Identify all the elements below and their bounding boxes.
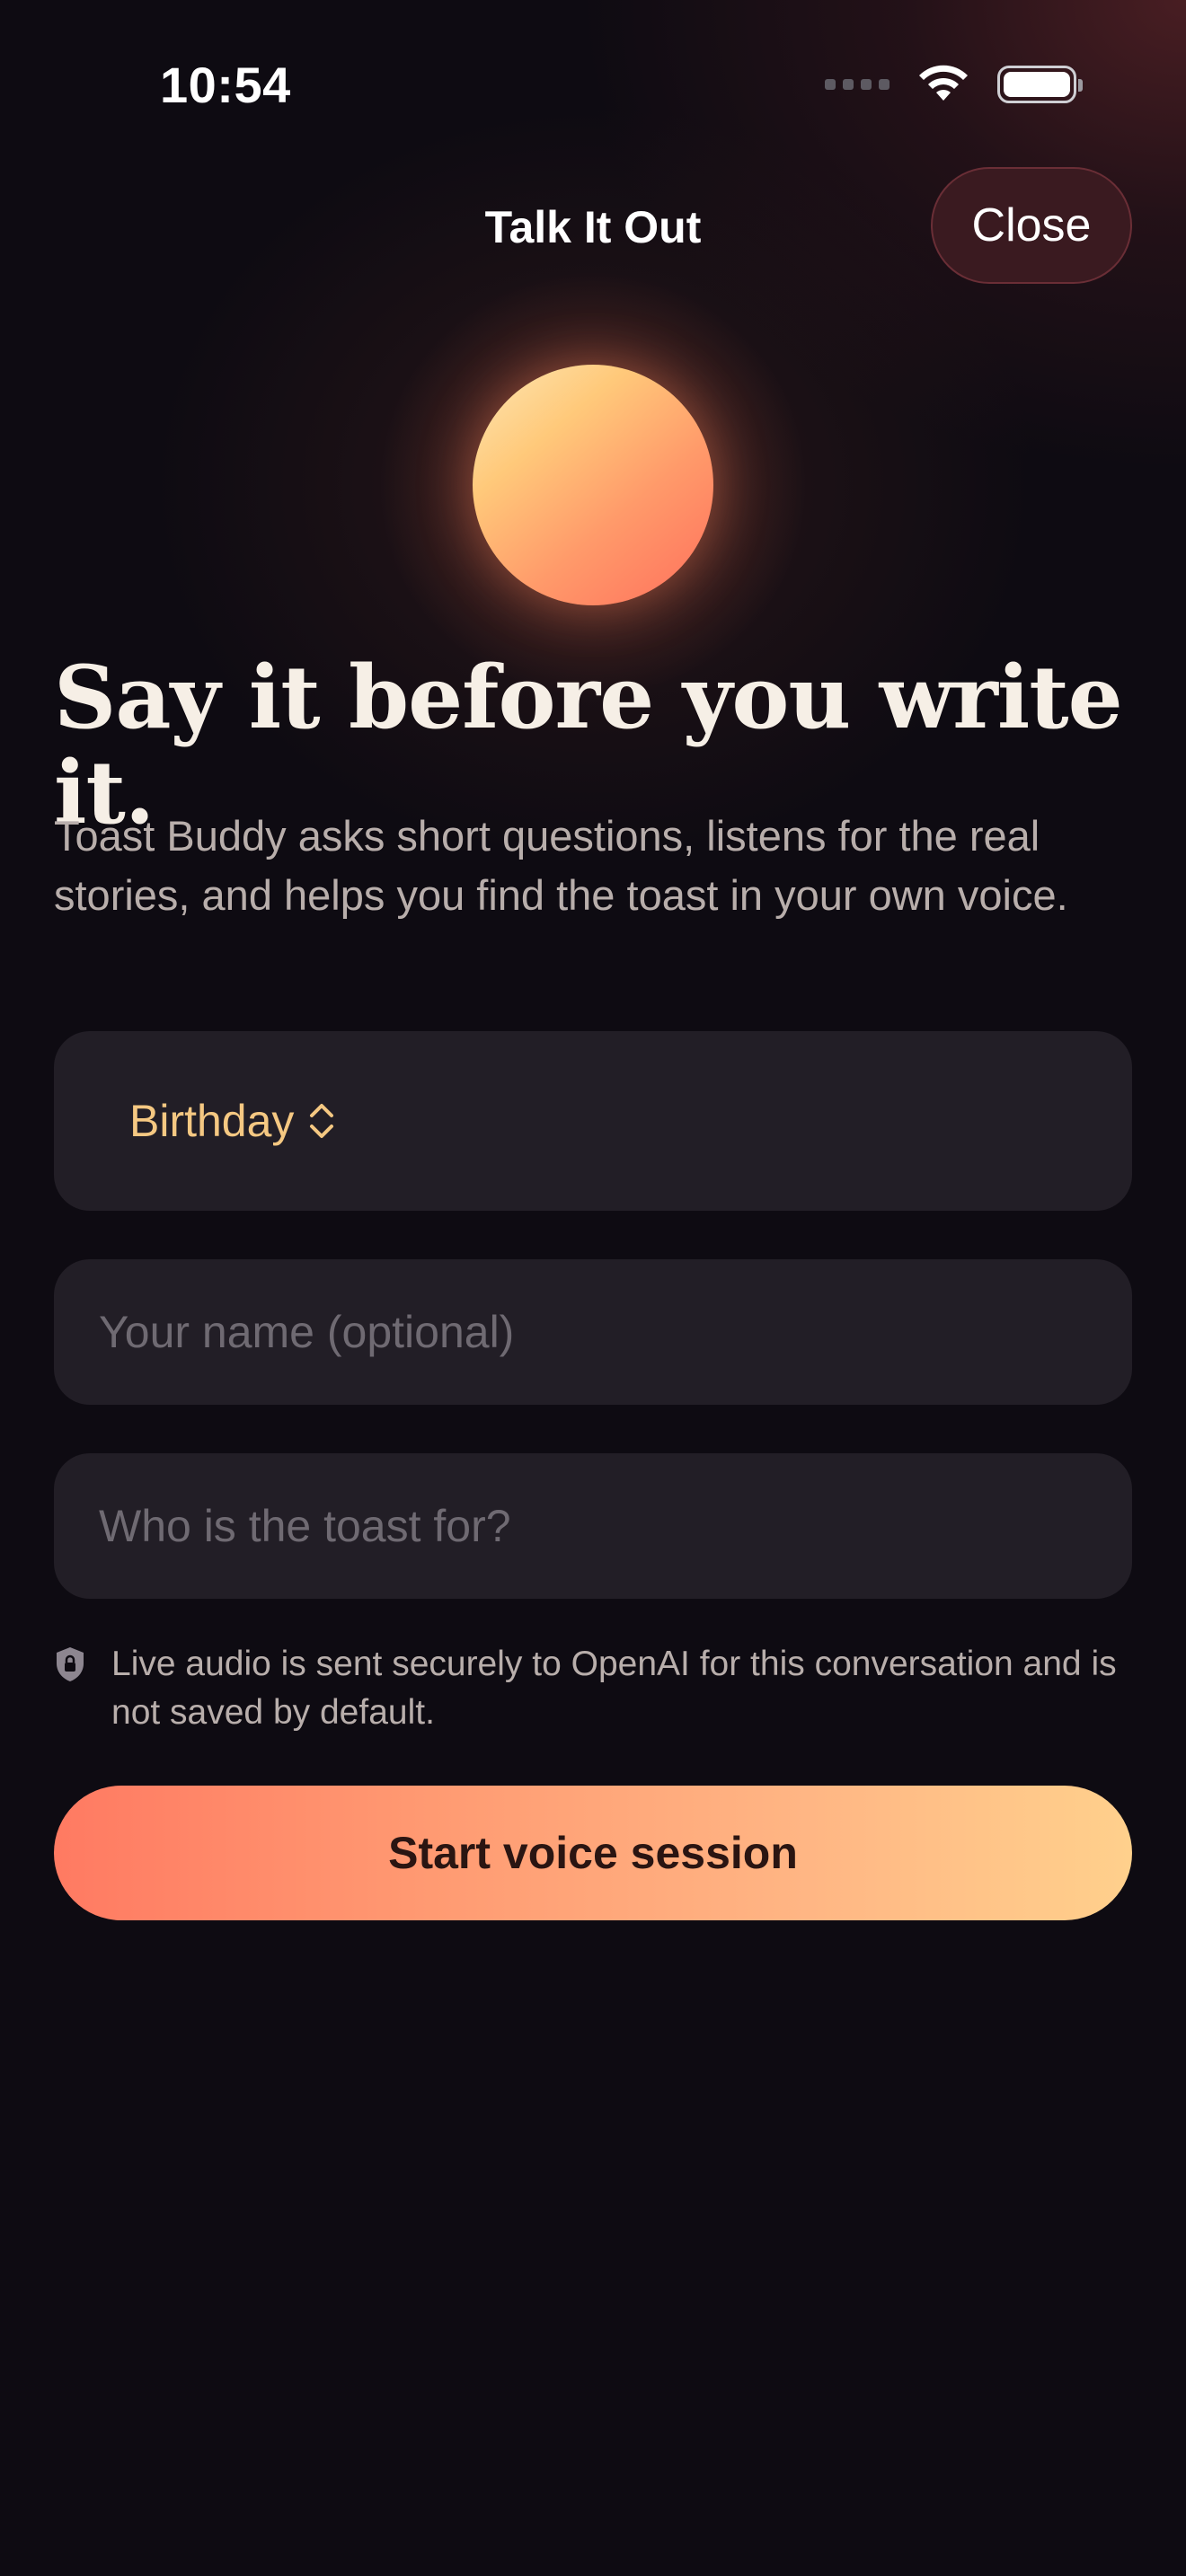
name-input[interactable] [54,1259,1132,1405]
close-button[interactable]: Close [931,167,1132,284]
recipient-field-container [54,1453,1132,1599]
name-field-container [54,1259,1132,1405]
privacy-text: Live audio is sent securely to OpenAI fo… [111,1645,1117,1732]
cellular-signal-icon [825,79,890,90]
occasion-selected-value: Birthday [129,1096,295,1146]
battery-icon [997,66,1083,103]
wifi-icon [919,65,968,101]
status-indicators [825,65,1083,104]
voice-orb [473,365,713,605]
page-description: Toast Buddy asks short questions, listen… [54,812,1068,919]
occasion-picker[interactable]: Birthday [129,1031,335,1211]
privacy-note: Live audio is sent securely to OpenAI fo… [54,1640,1150,1737]
status-time: 10:54 [160,57,291,113]
chevron-up-down-icon [310,1104,334,1138]
occasion-card: Birthday [54,1031,1132,1211]
start-voice-session-button[interactable]: Start voice session [54,1786,1132,1920]
recipient-input[interactable] [54,1453,1132,1599]
shield-lock-icon [57,1647,84,1681]
